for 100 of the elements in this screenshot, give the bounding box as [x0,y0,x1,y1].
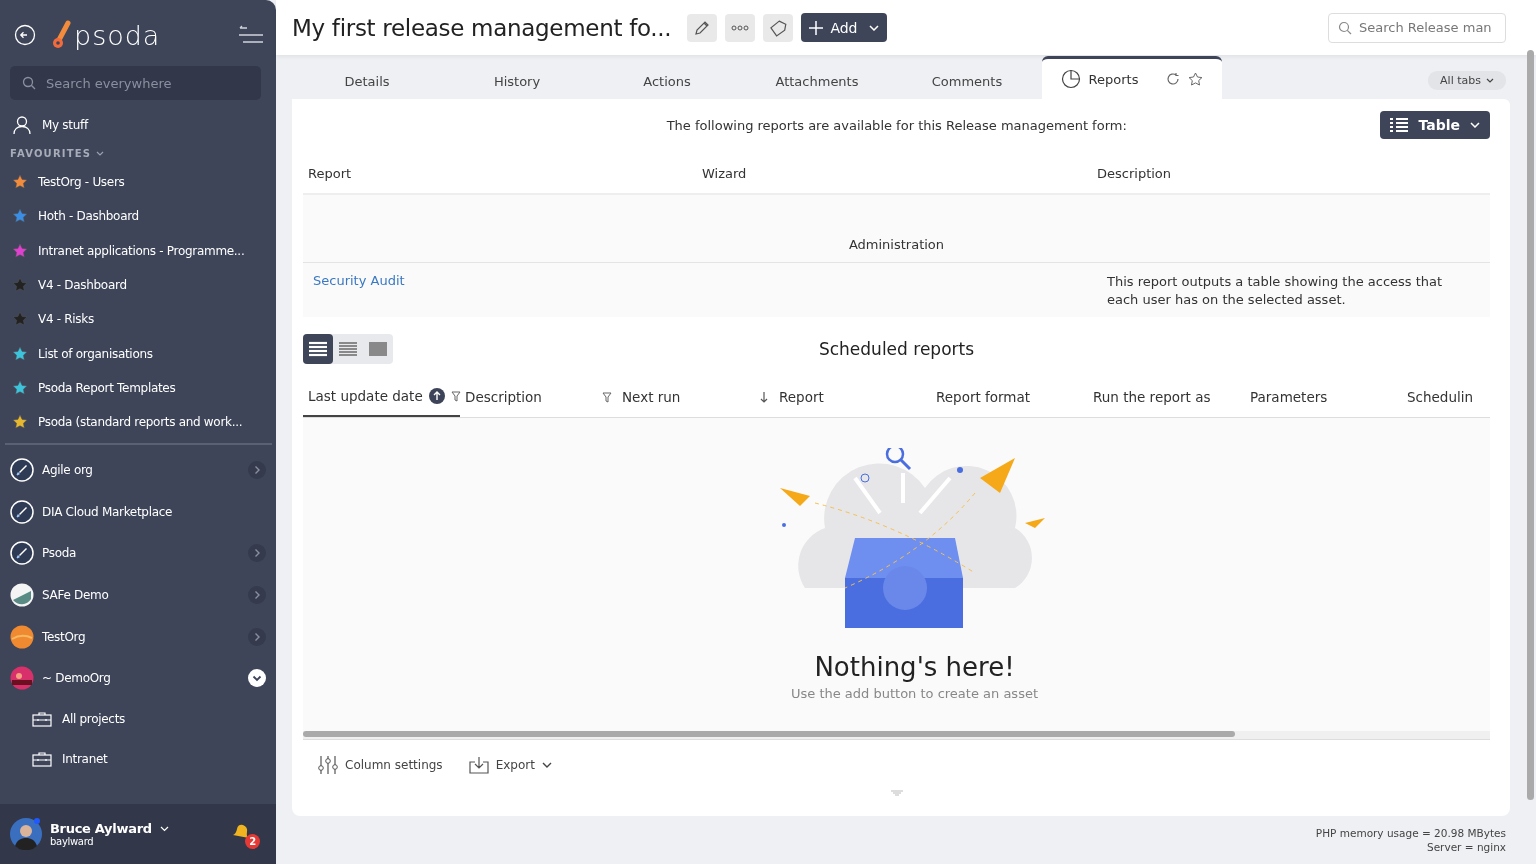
sliders-icon [318,755,338,775]
refresh-icon[interactable] [1166,72,1181,86]
expand-icon[interactable] [248,585,266,604]
expand-icon[interactable] [248,544,266,563]
rows-icon [369,341,387,357]
avatar-icon [10,666,34,691]
search-field[interactable]: Search everywhere [10,66,261,100]
sidebar-item[interactable]: Psoda [0,532,276,575]
rows-icon [309,341,327,357]
expand-icon[interactable] [248,627,266,646]
sidebar-item[interactable]: Psoda (standard reports and work... [0,405,276,440]
avatar-icon [10,624,34,649]
back-icon[interactable] [14,24,36,46]
dots-icon [731,24,750,31]
list-icon [1390,118,1409,132]
sidebar-item[interactable]: V4 - Dashboard [0,267,276,303]
chevron-icon [1486,77,1494,83]
filter-icon [602,391,612,403]
rows-icon [339,341,357,357]
sidebar-item[interactable]: My stuff [0,104,276,146]
empty-state-text: Use the add button to create an asset [791,686,1038,701]
caret-icon [868,24,879,31]
tab[interactable]: Details [292,63,442,99]
view-mode-button[interactable] [303,334,333,364]
tab[interactable]: Reports [1042,56,1222,99]
tab[interactable]: Actions [592,63,742,99]
sidebar-item[interactable]: List of organisations [0,336,276,371]
search-field[interactable]: Search Release man [1328,12,1506,43]
more-button[interactable] [725,13,756,42]
logo-text: psoda [74,19,161,51]
add-button[interactable]: Add [801,13,887,42]
tab[interactable]: Comments [892,63,1042,99]
column-header[interactable]: Description [1097,165,1490,181]
column-header[interactable]: Next run [617,377,774,417]
tab[interactable]: Attachments [742,63,892,99]
column-settings-button[interactable]: Column settings [318,755,443,775]
avatar-icon [10,541,34,566]
collapse-icon[interactable] [248,669,266,688]
menu-icon[interactable] [238,25,264,45]
report-link[interactable]: Security Audit [313,273,405,288]
tag-button[interactable] [763,13,794,42]
expand-icon[interactable] [248,461,266,480]
page-title: My first release management fo... [292,14,672,41]
sidebar-item[interactable]: Intranet applications - Programme... [0,233,276,268]
sidebar-item[interactable]: All projects [0,698,276,739]
column-header[interactable]: Report [774,377,931,417]
sidebar-item[interactable]: V4 - Risks [0,302,276,337]
empty-state-title: Nothing's here! [814,652,1015,682]
sidebar-item[interactable]: TestOrg [0,615,276,658]
tag-icon [769,18,788,37]
caret-icon [1470,122,1480,128]
intro-text: The following reports are available for this Release management form: [665,117,1128,133]
table-cell-text: This report outputs a table showing the access that each user has on the selected asset. [1106,273,1444,309]
briefcase-icon [32,750,52,767]
sidebar-item[interactable]: Psoda Report Templates [0,370,276,406]
sidebar-item[interactable]: DIA Cloud Marketplace [0,490,276,533]
all-tabs-button[interactable]: All tabs [1428,70,1506,90]
column-header[interactable]: Run the report as [1088,377,1245,417]
avatar-icon [10,818,42,850]
column-header[interactable]: Description [460,377,617,417]
tab[interactable]: History [442,63,592,99]
sidebar-item[interactable]: TestOrg - Users [0,165,276,200]
caret-icon [541,762,552,768]
sidebar-item[interactable]: Hoth - Dashboard [0,199,276,234]
sort-descending-icon [759,391,769,403]
person-icon [12,115,32,135]
status-text: PHP memory usage = 20.98 MBytes [1315,826,1506,840]
notification-badge: 2 [245,834,260,849]
avatar-icon [10,499,34,524]
pie-chart-icon [1060,69,1081,89]
username: baylward [50,836,95,847]
resize-handle-icon[interactable] [890,790,903,796]
avatar-icon [10,582,34,607]
sidebar-item[interactable]: ~ DemoOrg [0,657,276,699]
column-header[interactable]: Report [308,165,702,181]
group-heading: Administration [848,237,945,252]
view-button[interactable]: Table [1380,111,1490,139]
chevron-icon [159,825,169,832]
sidebar-item[interactable]: Intranet [0,738,276,779]
status-text: Server = nginx [1427,840,1506,854]
scrollbar-thumb[interactable] [303,731,1235,737]
sidebar-item[interactable]: SAFe Demo [0,574,276,616]
edit-button[interactable] [687,13,718,42]
user-name[interactable]: Bruce Aylward [50,821,152,836]
sort-ascending-icon [428,388,445,404]
star-icon[interactable] [1188,71,1204,87]
column-header[interactable]: Parameters [1245,377,1402,417]
filter-icon [450,390,461,402]
column-header[interactable]: Report format [931,377,1088,417]
chevron-icon [96,150,105,157]
section-heading[interactable]: FAVOURITES [0,146,276,165]
export-button[interactable]: Export [468,756,552,774]
column-header[interactable]: Schedulin [1402,377,1490,417]
sidebar-item[interactable]: Agile org [0,449,276,491]
column-header[interactable]: Wizard [702,165,1097,181]
plus-icon [809,20,824,35]
scrollbar-thumb[interactable] [1527,50,1534,800]
logo-icon [52,20,72,50]
avatar-icon [10,458,34,483]
briefcase-icon [32,710,52,727]
